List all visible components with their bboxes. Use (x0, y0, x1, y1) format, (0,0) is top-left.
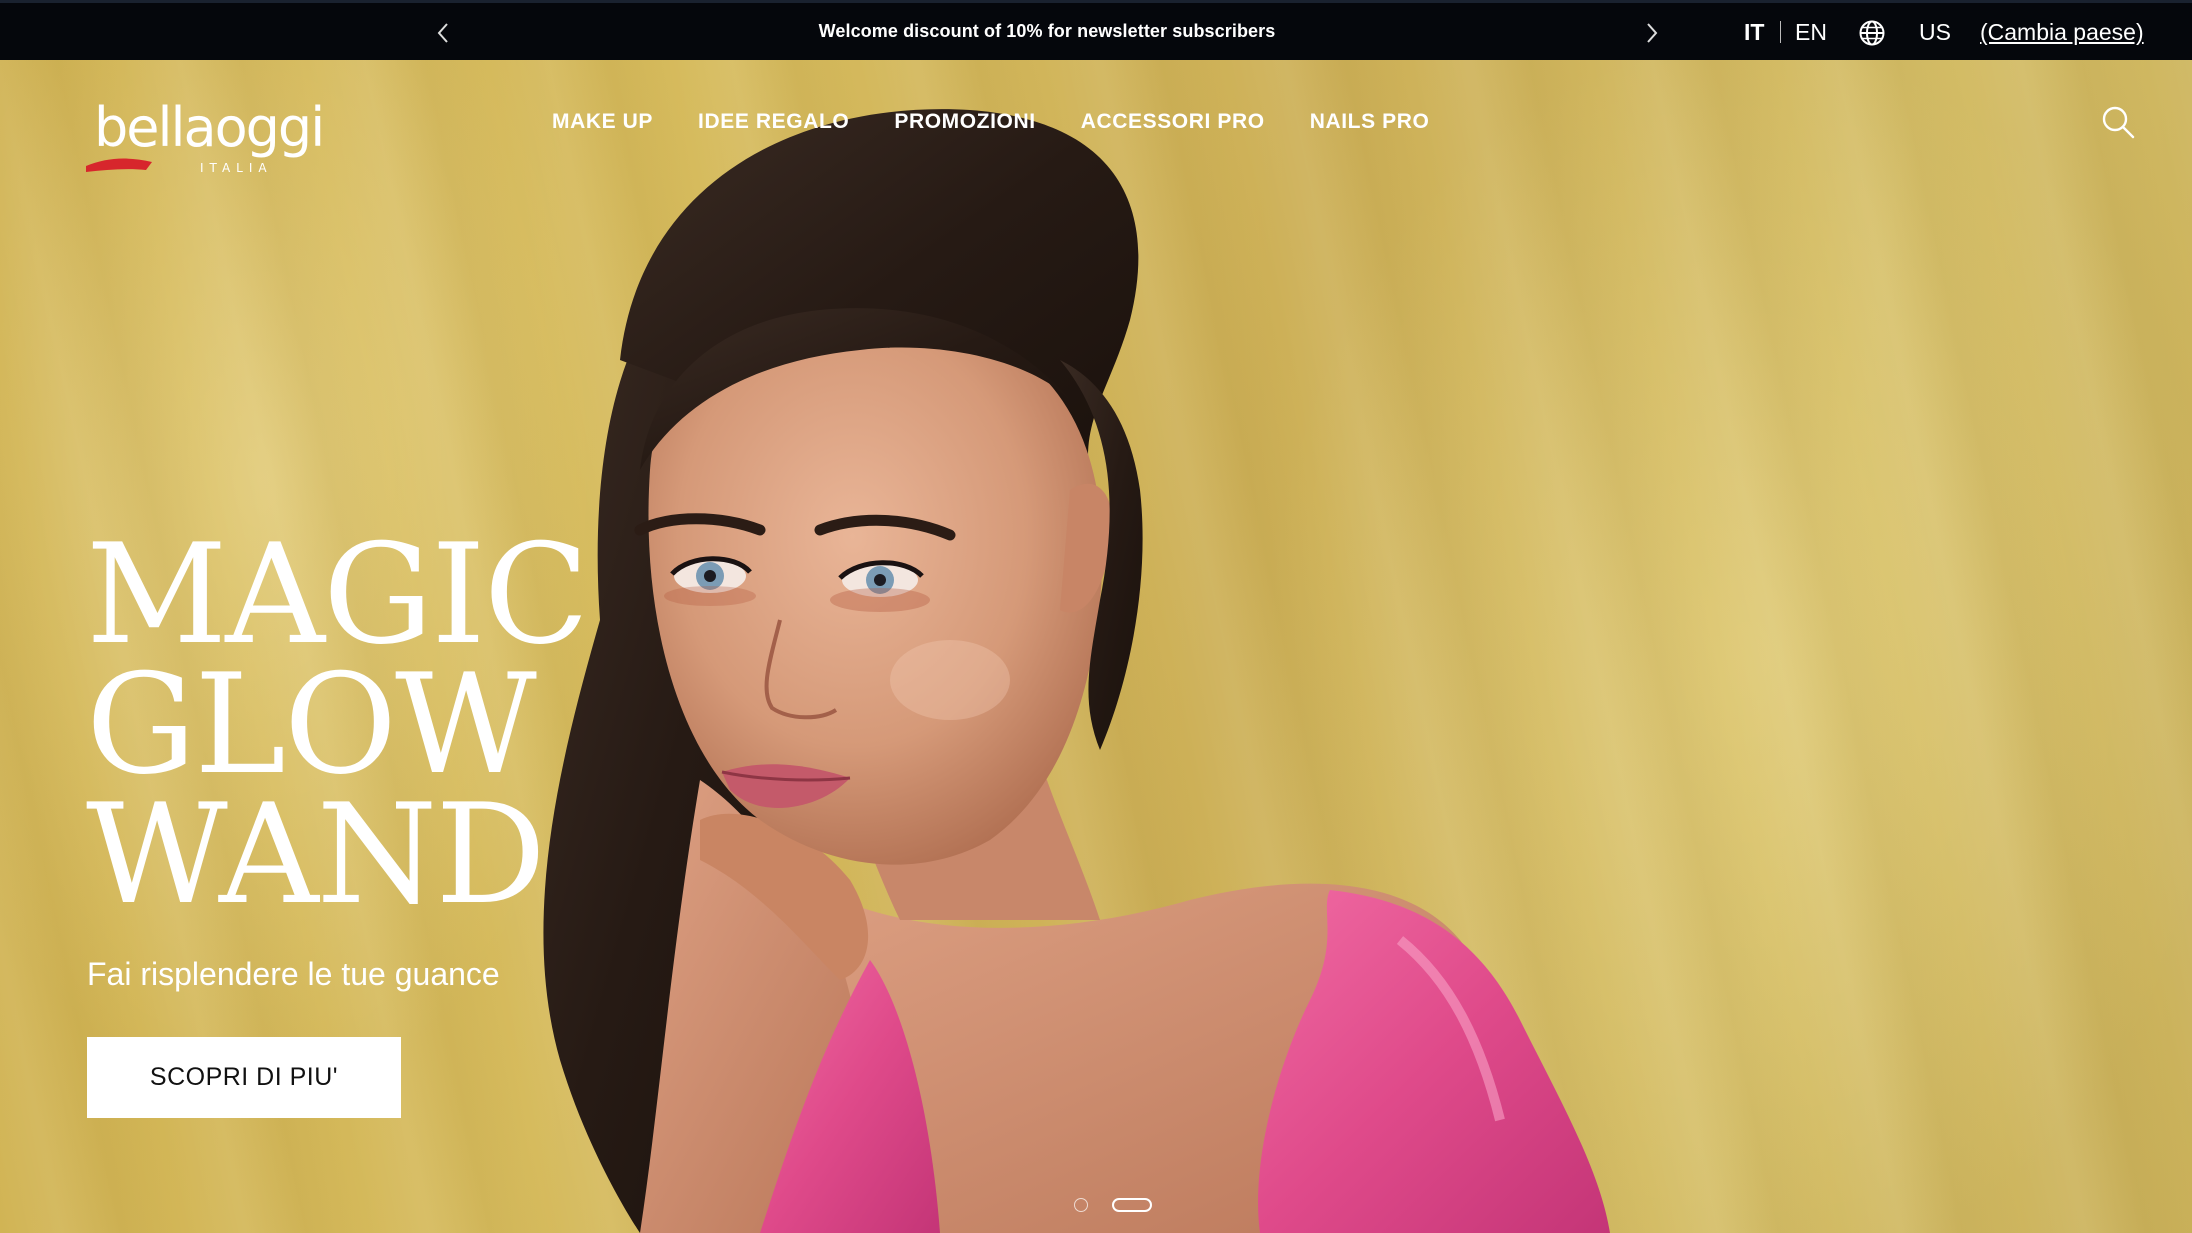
change-country-link[interactable]: (Cambia paese) (1980, 19, 2144, 46)
nav-item-make-up[interactable]: MAKE UP (552, 110, 653, 134)
hero-subtitle: Fai risplendere le tue guance (87, 956, 500, 992)
language-en-link[interactable]: EN (1795, 19, 1827, 46)
language-divider (1780, 21, 1781, 43)
nav-item-promozioni[interactable]: PROMOZIONI (894, 110, 1035, 134)
nav-item-nails-pro[interactable]: NAILS PRO (1310, 110, 1430, 134)
chevron-right-icon[interactable] (1640, 20, 1662, 46)
hero-banner: bellaoggi ITALIA MAKE UP IDEE REGALO PRO… (0, 60, 2192, 1233)
country-code: US (1919, 19, 1951, 45)
svg-text:ITALIA: ITALIA (200, 161, 273, 175)
announcement-message: Welcome discount of 10% for newsletter s… (818, 21, 1276, 41)
svg-text:bellaoggi: bellaoggi (94, 96, 323, 159)
bellaoggi-logo[interactable]: bellaoggi ITALIA (86, 88, 446, 178)
announcement-bar: Welcome discount of 10% for newsletter s… (0, 0, 2192, 60)
language-it-link[interactable]: IT (1744, 19, 1764, 46)
discover-more-button[interactable]: SCOPRI DI PIU' (87, 1037, 401, 1118)
chevron-left-icon[interactable] (433, 20, 455, 46)
hero-title: MAGIC GLOW WAND (86, 514, 589, 935)
nav-item-accessori-pro[interactable]: ACCESSORI PRO (1081, 110, 1265, 134)
carousel-dot[interactable] (1074, 1198, 1088, 1212)
carousel-dot-active[interactable] (1112, 1198, 1152, 1212)
search-icon[interactable] (2100, 104, 2136, 140)
hero-title-line: WAND (86, 774, 546, 935)
page: Welcome discount of 10% for newsletter s… (0, 0, 2192, 1233)
nav-item-idee-regalo[interactable]: IDEE REGALO (698, 110, 849, 134)
hero-title-line: MAGIC (86, 514, 589, 675)
hero-title-line: GLOW (86, 644, 537, 805)
globe-icon[interactable] (1858, 19, 1886, 47)
main-navigation: MAKE UP IDEE REGALO PROMOZIONI ACCESSORI… (552, 110, 1474, 134)
